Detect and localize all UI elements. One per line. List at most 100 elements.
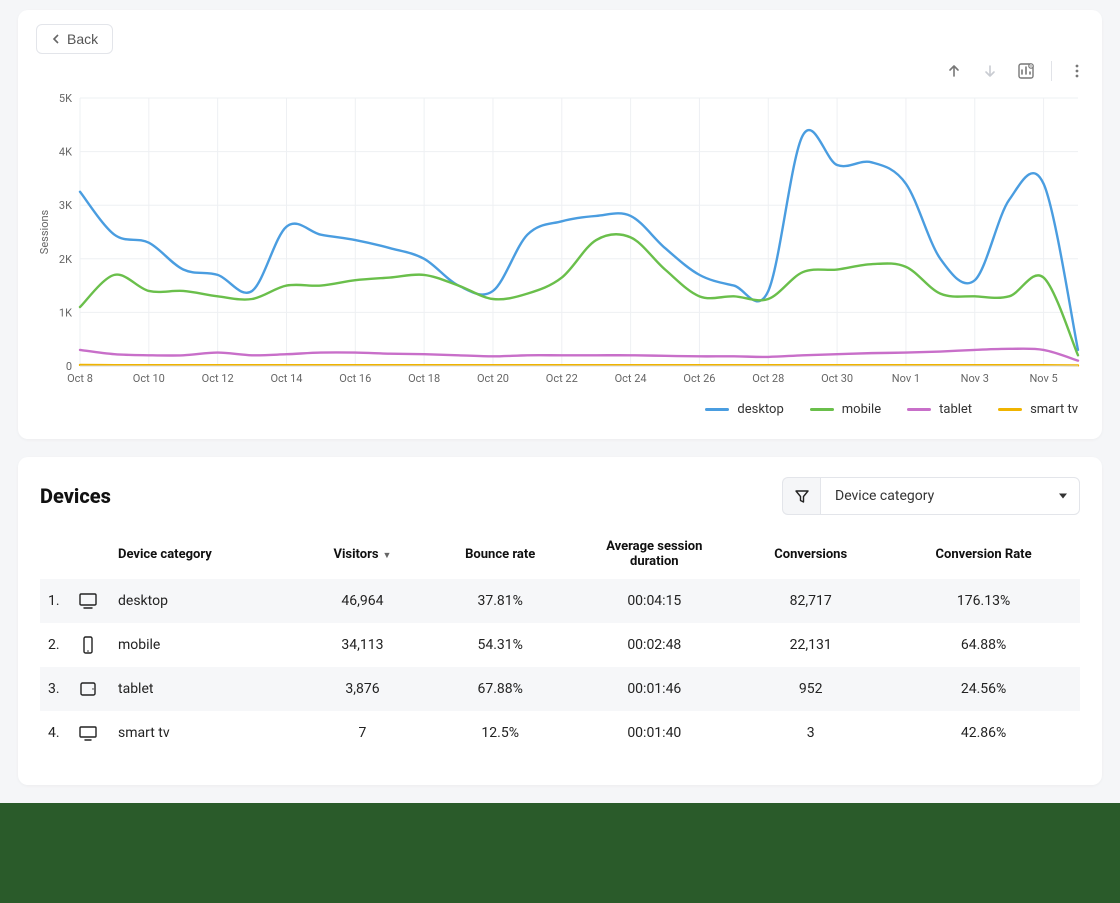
sessions-chart: 01K2K3K4K5KOct 8Oct 10Oct 12Oct 14Oct 16… — [36, 92, 1084, 392]
devices-title: Devices — [40, 484, 111, 508]
svg-text:4K: 4K — [59, 146, 72, 159]
svg-text:Oct 12: Oct 12 — [202, 372, 234, 385]
cell-conversions: 3 — [734, 711, 887, 755]
cell-conv-rate: 64.88% — [887, 623, 1080, 667]
devices-table-card: Devices Device category Device category … — [18, 457, 1102, 785]
row-number: 2. — [40, 623, 70, 667]
cell-conv-rate: 24.56% — [887, 667, 1080, 711]
col-avg-session[interactable]: Average session duration — [574, 529, 734, 579]
cell-conv-rate: 42.86% — [887, 711, 1080, 755]
more-icon[interactable] — [1066, 60, 1088, 82]
legend-item-desktop[interactable]: desktop — [705, 402, 783, 417]
col-icon — [70, 529, 110, 579]
cell-avg-session: 00:04:15 — [574, 579, 734, 623]
svg-text:Nov 5: Nov 5 — [1029, 372, 1057, 385]
sessions-chart-svg: 01K2K3K4K5KOct 8Oct 10Oct 12Oct 14Oct 16… — [36, 92, 1084, 392]
sessions-chart-card: Back 01K2K3K4K5KOct 8Oct 10Oct 12Oct 14O… — [18, 10, 1102, 439]
svg-text:Oct 28: Oct 28 — [752, 372, 784, 385]
device-desktop-icon — [70, 579, 110, 623]
cell-visitors: 7 — [299, 711, 426, 755]
svg-text:Oct 30: Oct 30 — [821, 372, 853, 385]
table-row[interactable]: 2. mobile34,11354.31%00:02:4822,13164.88% — [40, 623, 1080, 667]
col-device-category[interactable]: Device category — [110, 529, 299, 579]
legend-swatch — [907, 408, 931, 411]
svg-text:Oct 26: Oct 26 — [683, 372, 715, 385]
legend-item-mobile[interactable]: mobile — [810, 402, 881, 417]
cell-visitors: 34,113 — [299, 623, 426, 667]
filter-icon[interactable] — [782, 477, 820, 515]
legend-item-smarttv[interactable]: smart tv — [998, 402, 1078, 417]
col-conversions[interactable]: Conversions — [734, 529, 887, 579]
svg-text:Oct 18: Oct 18 — [408, 372, 440, 385]
table-header-row: Device category Visitors▼ Bounce rate Av… — [40, 529, 1080, 579]
back-label: Back — [67, 31, 98, 47]
svg-text:5K: 5K — [59, 92, 72, 105]
cell-visitors: 3,876 — [299, 667, 426, 711]
cell-bounce: 12.5% — [426, 711, 574, 755]
footer-band — [0, 803, 1120, 903]
arrow-down-icon — [979, 60, 1001, 82]
devices-table: Device category Visitors▼ Bounce rate Av… — [40, 529, 1080, 755]
svg-text:2K: 2K — [59, 253, 72, 266]
cell-category: desktop — [110, 579, 299, 623]
cell-conv-rate: 176.13% — [887, 579, 1080, 623]
svg-text:Oct 10: Oct 10 — [133, 372, 165, 385]
col-visitors[interactable]: Visitors▼ — [299, 529, 426, 579]
device-smarttv-icon — [70, 711, 110, 755]
cell-avg-session: 00:01:46 — [574, 667, 734, 711]
col-bounce-rate[interactable]: Bounce rate — [426, 529, 574, 579]
svg-text:Oct 8: Oct 8 — [67, 372, 93, 385]
row-number: 3. — [40, 667, 70, 711]
cell-category: tablet — [110, 667, 299, 711]
col-rownum — [40, 529, 70, 579]
cell-conversions: 22,131 — [734, 623, 887, 667]
svg-text:Oct 24: Oct 24 — [615, 372, 647, 385]
legend-swatch — [998, 408, 1022, 411]
table-row[interactable]: 3. tablet3,87667.88%00:01:4695224.56% — [40, 667, 1080, 711]
select-value: Device category — [835, 488, 934, 504]
svg-text:3K: 3K — [59, 199, 72, 212]
device-tablet-icon — [70, 667, 110, 711]
legend-label: tablet — [939, 402, 972, 417]
chart-toolbar — [943, 60, 1088, 82]
chart-legend: desktop mobile tablet smart tv — [36, 402, 1084, 417]
report-icon[interactable] — [1015, 60, 1037, 82]
table-row[interactable]: 1. desktop46,96437.81%00:04:1582,717176.1… — [40, 579, 1080, 623]
legend-label: desktop — [737, 402, 783, 417]
arrow-up-icon[interactable] — [943, 60, 965, 82]
device-category-select[interactable]: Device category — [820, 477, 1080, 515]
device-mobile-icon — [70, 623, 110, 667]
svg-text:Oct 20: Oct 20 — [477, 372, 509, 385]
table-row[interactable]: 4. smart tv712.5%00:01:40342.86% — [40, 711, 1080, 755]
legend-label: mobile — [842, 402, 881, 417]
svg-text:Oct 22: Oct 22 — [546, 372, 578, 385]
col-conversion-rate[interactable]: Conversion Rate — [887, 529, 1080, 579]
legend-item-tablet[interactable]: tablet — [907, 402, 972, 417]
cell-conversions: 82,717 — [734, 579, 887, 623]
row-number: 1. — [40, 579, 70, 623]
sort-desc-icon: ▼ — [383, 550, 392, 561]
svg-text:Nov 3: Nov 3 — [961, 372, 989, 385]
back-icon — [51, 34, 61, 44]
svg-text:Nov 1: Nov 1 — [892, 372, 920, 385]
cell-bounce: 37.81% — [426, 579, 574, 623]
back-button[interactable]: Back — [36, 24, 113, 54]
svg-text:1K: 1K — [59, 306, 72, 319]
cell-bounce: 54.31% — [426, 623, 574, 667]
svg-text:Oct 14: Oct 14 — [270, 372, 302, 385]
cell-avg-session: 00:02:48 — [574, 623, 734, 667]
legend-swatch — [810, 408, 834, 411]
row-number: 4. — [40, 711, 70, 755]
svg-text:Sessions: Sessions — [38, 209, 51, 254]
cell-bounce: 67.88% — [426, 667, 574, 711]
legend-label: smart tv — [1030, 402, 1078, 417]
cell-avg-session: 00:01:40 — [574, 711, 734, 755]
svg-text:Oct 16: Oct 16 — [339, 372, 371, 385]
cell-conversions: 952 — [734, 667, 887, 711]
cell-category: smart tv — [110, 711, 299, 755]
filter-group: Device category — [782, 477, 1080, 515]
cell-visitors: 46,964 — [299, 579, 426, 623]
cell-category: mobile — [110, 623, 299, 667]
legend-swatch — [705, 408, 729, 411]
toolbar-divider — [1051, 61, 1052, 81]
